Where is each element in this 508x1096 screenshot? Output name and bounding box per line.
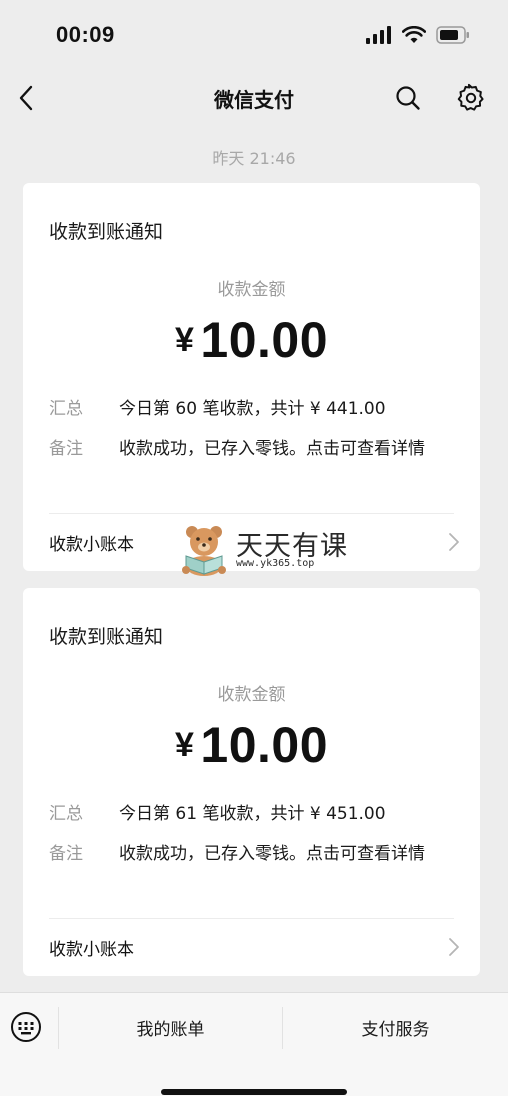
card-title: 收款到账通知	[49, 221, 164, 243]
my-bills-button[interactable]: 我的账单	[59, 1015, 282, 1040]
wechat-pay-screen: 00:09 微信支付 昨天 21:46 收款到账通知 收款金额 ¥ 10.00 …	[0, 0, 508, 1096]
settings-button[interactable]	[456, 83, 486, 113]
summary-value: 今日第 61 笔收款，共计 ¥ 451.00	[119, 804, 386, 824]
status-time: 00:09	[56, 22, 115, 47]
summary-value: 今日第 60 笔收款，共计 ¥ 441.00	[119, 399, 386, 419]
ledger-label: 收款小账本	[49, 939, 134, 960]
summary-row: 汇总 今日第 61 笔收款，共计 ¥ 451.00	[49, 802, 454, 826]
watermark: 天天有课 www.yk365.top	[178, 520, 378, 576]
search-button[interactable]	[394, 84, 422, 112]
currency-symbol: ¥	[174, 726, 195, 764]
chevron-right-icon	[449, 938, 459, 956]
card-divider	[49, 513, 454, 514]
page-title: 微信支付	[214, 88, 294, 112]
remark-value: 收款成功，已存入零钱。点击可查看详情	[119, 844, 425, 864]
watermark-url: www.yk365.top	[236, 558, 315, 569]
payment-services-button[interactable]: 支付服务	[283, 1015, 508, 1040]
search-icon	[396, 86, 420, 110]
status-bar: 00:09	[0, 0, 508, 72]
remark-row: 备注 收款成功，已存入零钱。点击可查看详情	[49, 437, 454, 461]
settings-icon	[457, 83, 484, 111]
payment-card[interactable]: 收款到账通知 收款金额 ¥10.00 汇总 今日第 61 笔收款，共计 ¥ 45…	[23, 588, 480, 976]
ledger-link[interactable]: 收款小账本	[49, 932, 460, 962]
bottom-menu-bar: 我的账单 支付服务	[0, 992, 508, 1096]
amount-value: 10.00	[200, 312, 329, 368]
summary-key: 汇总	[49, 804, 83, 824]
amount: ¥10.00	[23, 311, 480, 369]
currency-symbol: ¥	[174, 321, 195, 359]
message-timestamp: 昨天 21:46	[212, 149, 296, 168]
card-title: 收款到账通知	[49, 626, 164, 648]
bear-reading-icon	[182, 526, 226, 576]
card-divider	[49, 918, 454, 919]
payment-card[interactable]: 收款到账通知 收款金额 ¥10.00 汇总 今日第 60 笔收款，共计 ¥ 44…	[23, 183, 480, 571]
signal-icon	[366, 26, 391, 44]
amount-value: 10.00	[200, 717, 329, 773]
home-indicator[interactable]	[161, 1089, 347, 1095]
remark-value: 收款成功，已存入零钱。点击可查看详情	[119, 439, 425, 459]
status-icons	[366, 26, 470, 44]
remark-row: 备注 收款成功，已存入零钱。点击可查看详情	[49, 842, 454, 866]
remark-key: 备注	[49, 439, 83, 459]
summary-row: 汇总 今日第 60 笔收款，共计 ¥ 441.00	[49, 397, 454, 421]
nav-bar: 微信支付	[0, 72, 508, 124]
ledger-label: 收款小账本	[49, 534, 134, 555]
remark-key: 备注	[49, 844, 83, 864]
keyboard-icon	[11, 1012, 41, 1042]
amount-label: 收款金额	[217, 280, 286, 300]
keyboard-toggle-button[interactable]	[10, 1011, 42, 1043]
chevron-right-icon	[449, 533, 459, 551]
amount: ¥10.00	[23, 716, 480, 774]
battery-icon	[436, 26, 469, 44]
summary-key: 汇总	[49, 399, 83, 419]
amount-label: 收款金额	[217, 685, 286, 705]
wifi-icon	[402, 26, 426, 43]
